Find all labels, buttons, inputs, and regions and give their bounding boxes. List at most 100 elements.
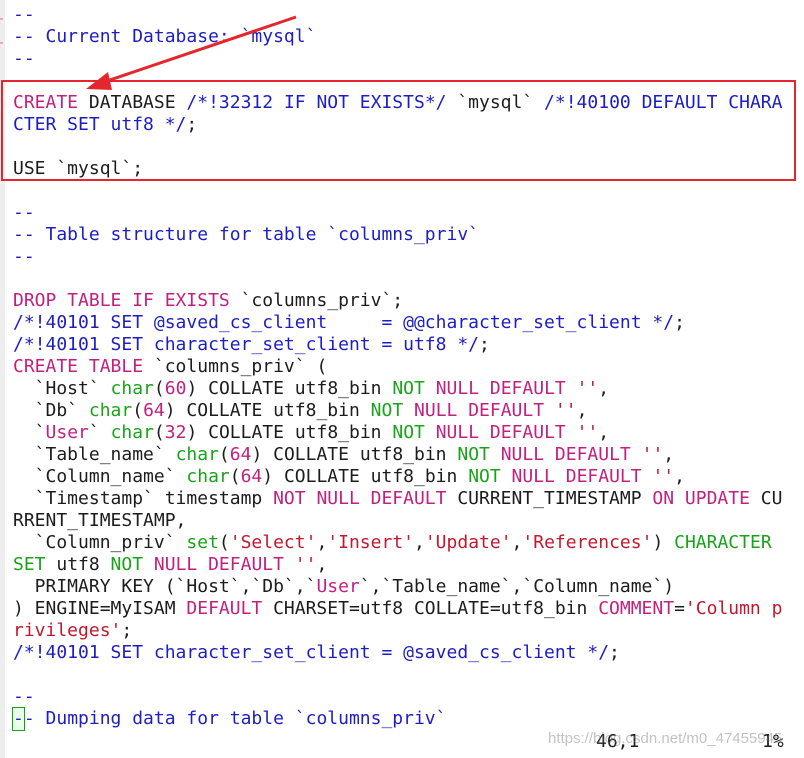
code-token: NULL DEFAULT bbox=[500, 444, 631, 465]
code-token: '' bbox=[652, 466, 675, 487]
code-token: ` bbox=[13, 422, 46, 443]
code-token: , bbox=[674, 466, 685, 487]
code-line[interactable]: ) ENGINE=MyISAM DEFAULT CHARSET=utf8 COL… bbox=[13, 598, 804, 620]
code-token: -- bbox=[13, 4, 35, 25]
code-token: 'Select' bbox=[229, 532, 317, 553]
code-token: -- bbox=[13, 246, 35, 267]
code-token: /*!40101 SET character_set_client = @sav… bbox=[13, 642, 610, 663]
code-token: `Db` bbox=[13, 400, 89, 421]
code-token: 'Column p bbox=[684, 598, 783, 619]
code-token: '' bbox=[576, 378, 599, 399]
code-line[interactable]: -- Dumping data for table `columns_priv` bbox=[12, 707, 804, 731]
code-line[interactable]: `Db` char(64) COLLATE utf8_bin NOT NULL … bbox=[13, 400, 804, 422]
code-token: set bbox=[186, 532, 219, 553]
code-token: - Dumping data for table `columns_priv` bbox=[23, 708, 447, 729]
code-token: ( bbox=[218, 444, 230, 465]
code-token: ) bbox=[652, 532, 675, 553]
code-token: , bbox=[598, 422, 610, 443]
code-token: , bbox=[598, 378, 610, 399]
code-line[interactable]: `Column_name` char(64) COLLATE utf8_bin … bbox=[13, 466, 804, 488]
code-token: ) COLLATE utf8_bin bbox=[186, 378, 393, 399]
code-token: NULL DEFAULT bbox=[435, 422, 566, 443]
code-token: '' bbox=[576, 422, 599, 443]
code-token: User bbox=[316, 576, 360, 597]
watermark-text: https://blog.csdn.net/m0_47455945 bbox=[548, 730, 783, 747]
code-token: , bbox=[663, 444, 675, 465]
code-line[interactable] bbox=[13, 180, 804, 202]
code-token: `Table_name` bbox=[13, 444, 176, 465]
code-token: `columns_priv` ( bbox=[143, 356, 328, 377]
code-token: char bbox=[110, 422, 154, 443]
gutter-mark bbox=[0, 42, 3, 44]
code-line[interactable]: -- bbox=[13, 48, 804, 70]
code-line[interactable]: -- bbox=[13, 686, 804, 708]
code-line[interactable]: CREATE TABLE `columns_priv` ( bbox=[13, 356, 804, 378]
code-line[interactable]: `User` char(32) COLLATE utf8_bin NOT NUL… bbox=[13, 422, 804, 444]
code-token: NOT bbox=[392, 378, 425, 399]
code-token: char bbox=[175, 444, 219, 465]
code-token: ; bbox=[479, 334, 490, 355]
code-token: 'Insert' bbox=[327, 532, 414, 553]
code-token: NULL DEFAULT bbox=[414, 400, 545, 421]
code-token: ) COLLATE utf8_bin bbox=[262, 466, 469, 487]
code-line[interactable]: -- Current Database: `mysql` bbox=[13, 26, 804, 48]
code-token: CU bbox=[749, 488, 783, 509]
code-token: NOT bbox=[392, 422, 425, 443]
code-token: `Host` bbox=[13, 378, 111, 399]
code-token: char bbox=[110, 378, 154, 399]
code-line[interactable]: /*!40101 SET character_set_client = @sav… bbox=[13, 642, 804, 664]
code-token: , bbox=[316, 532, 328, 553]
code-line[interactable] bbox=[13, 268, 804, 290]
code-token: ( bbox=[132, 400, 144, 421]
code-line[interactable]: rivileges'; bbox=[13, 620, 804, 642]
code-token: `Timestamp` timestamp bbox=[13, 488, 274, 509]
code-line[interactable]: -- bbox=[13, 202, 804, 224]
code-token: 'Update' bbox=[424, 532, 512, 553]
code-line[interactable]: `Table_name` char(64) COLLATE utf8_bin N… bbox=[13, 444, 804, 466]
code-token: rivileges' bbox=[13, 620, 122, 641]
code-token: `Column_name` bbox=[13, 466, 187, 487]
gutter-mark bbox=[0, 18, 3, 20]
code-token: ( bbox=[153, 422, 165, 443]
code-token: ( bbox=[153, 378, 165, 399]
code-token: NOT bbox=[110, 554, 144, 575]
code-line[interactable]: RRENT_TIMESTAMP, bbox=[13, 510, 804, 532]
code-token: ) COLLATE utf8_bin bbox=[251, 444, 458, 465]
code-token: ( bbox=[229, 466, 241, 487]
code-line[interactable]: /*!40101 SET @saved_cs_client = @@charac… bbox=[13, 312, 804, 334]
code-line[interactable] bbox=[13, 664, 804, 686]
code-line[interactable]: SET utf8 NOT NULL DEFAULT '', bbox=[13, 554, 804, 576]
code-token: ) ENGINE=MyISAM bbox=[13, 598, 187, 619]
code-token: RRENT_TIMESTAMP, bbox=[13, 510, 187, 531]
code-token: ( bbox=[218, 532, 230, 553]
code-line[interactable]: -- Table structure for table `columns_pr… bbox=[13, 224, 804, 246]
code-token: -- bbox=[13, 202, 35, 223]
code-line[interactable]: `Timestamp` timestamp NOT NULL DEFAULT C… bbox=[13, 488, 804, 510]
code-line[interactable]: /*!40101 SET character_set_client = utf8… bbox=[13, 334, 804, 356]
code-token: SET bbox=[13, 554, 46, 575]
annotation-highlight-box bbox=[1, 80, 796, 181]
code-line[interactable]: PRIMARY KEY (`Host`,`Db`,`User`,`Table_n… bbox=[13, 576, 804, 598]
code-token: 32 bbox=[164, 422, 187, 443]
code-token: , bbox=[414, 532, 425, 553]
code-token: /*!40101 SET @saved_cs_client = @@charac… bbox=[13, 312, 675, 333]
code-token: ON UPDATE bbox=[652, 488, 750, 509]
text-cursor: - bbox=[12, 707, 25, 731]
code-line[interactable]: DROP TABLE IF EXISTS `columns_priv`; bbox=[13, 290, 804, 312]
code-line[interactable]: `Host` char(60) COLLATE utf8_bin NOT NUL… bbox=[13, 378, 804, 400]
code-token: 64 bbox=[143, 400, 165, 421]
code-token: CREATE TABLE bbox=[13, 356, 144, 377]
code-token: CHARSET=utf8 COLLATE=utf8_bin bbox=[262, 598, 599, 619]
code-token: COMMENT bbox=[598, 598, 675, 619]
code-line[interactable]: -- bbox=[13, 4, 804, 26]
code-line[interactable]: -- bbox=[13, 246, 804, 268]
code-line[interactable]: `Column_priv` set('Select','Insert','Upd… bbox=[13, 532, 804, 554]
